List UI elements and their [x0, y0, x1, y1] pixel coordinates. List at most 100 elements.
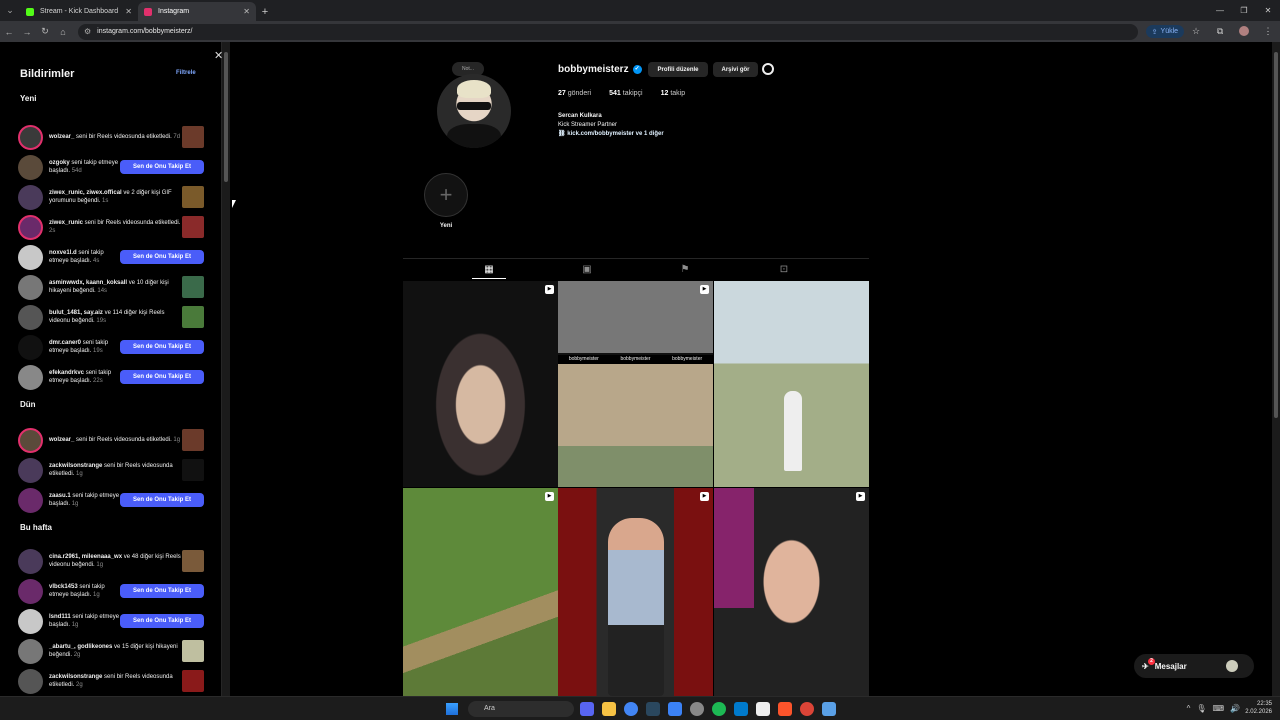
notification-item[interactable]: ziwex_runic, ziwex.offical ve 2 diğer ki… [18, 184, 204, 210]
post-thumbnail[interactable]: ▶ bobbymeister bobbymeister bobbymeister [558, 281, 713, 487]
forward-icon[interactable]: → [18, 27, 36, 37]
edit-profile-button[interactable]: Profili düzenle [648, 62, 708, 77]
follow-back-button[interactable]: Sen de Onu Takip Et [120, 340, 204, 354]
back-icon[interactable]: ← [0, 27, 18, 37]
profile-link[interactable]: ⛓ kick.com/bobbymeister ve 1 diğer [558, 130, 664, 139]
post-preview-thumbnail[interactable] [182, 216, 204, 238]
close-tab-icon[interactable]: ✕ [243, 7, 250, 16]
avatar[interactable] [18, 578, 43, 604]
menu-icon[interactable]: ⋮ [1256, 26, 1280, 37]
new-highlight-button[interactable]: + [424, 173, 468, 217]
notification-item[interactable]: asminwwdx, kaann_koksall ve 10 diğer kiş… [18, 274, 204, 300]
clock[interactable]: 22:35 2.02.2026 [1245, 700, 1272, 716]
post-thumbnail[interactable]: ▶ [558, 488, 713, 696]
tab-tagged-icon[interactable]: ⊡ [777, 263, 791, 277]
post-thumbnail[interactable]: ▶ [714, 488, 869, 696]
post-preview-thumbnail[interactable] [182, 306, 204, 328]
notification-item[interactable]: noxve1l.d seni takip etmeye başladı. 4s S… [18, 244, 204, 270]
notification-item[interactable]: cina.r2961, mileenaaa_wx ve 48 diğer kiş… [18, 548, 204, 574]
notification-item[interactable]: zaasu.1 seni takip etmeye başladı. 1g Sen… [18, 487, 204, 513]
extensions-icon[interactable]: ⧉ [1208, 26, 1232, 37]
post-thumbnail[interactable] [714, 281, 869, 487]
chevron-up-icon[interactable]: ^ [1187, 704, 1191, 713]
avatar[interactable] [18, 244, 43, 270]
start-menu-icon[interactable] [446, 703, 458, 715]
app-icon[interactable] [822, 702, 836, 716]
post-preview-thumbnail[interactable] [182, 186, 204, 208]
brave-icon[interactable] [778, 702, 792, 716]
follow-back-button[interactable]: Sen de Onu Takip Et [120, 370, 204, 384]
vscode-icon[interactable] [734, 702, 748, 716]
post-preview-thumbnail[interactable] [182, 276, 204, 298]
tab-instagram[interactable]: Instagram ✕ [138, 2, 256, 21]
post-thumbnail[interactable]: ▶ [403, 281, 558, 487]
notification-item[interactable]: lsnd111 seni takip etmeye başladı. 1g Sen… [18, 608, 204, 634]
follow-back-button[interactable]: Sen de Onu Takip Et [120, 584, 204, 598]
notification-item[interactable]: vlbck1453 seni takip etmeye başladı. 1g S… [18, 578, 204, 604]
upload-button[interactable]: ⇪ Yükle [1145, 25, 1185, 38]
chrome-icon[interactable] [624, 702, 638, 716]
notification-item[interactable]: bulut_1481, say.aiz ve 114 diğer kişi Re… [18, 304, 204, 330]
taskbar-search[interactable]: Ara [468, 701, 574, 717]
notification-item[interactable]: zackwilsonstrange seni bir Reels videosu… [18, 668, 204, 694]
post-preview-thumbnail[interactable] [182, 550, 204, 572]
page-scroll-thumb[interactable] [1274, 52, 1278, 418]
follow-back-button[interactable]: Sen de Onu Takip Et [120, 493, 204, 507]
notification-item[interactable]: efekandrkvc seni takip etmeye başladı. 2… [18, 364, 204, 390]
avatar[interactable] [18, 638, 43, 664]
reload-icon[interactable]: ↻ [36, 26, 54, 37]
bookmark-star-icon[interactable]: ☆ [1184, 26, 1208, 37]
avatar[interactable] [18, 427, 43, 453]
follow-back-button[interactable]: Sen de Onu Takip Et [120, 160, 204, 174]
tab-saved-icon[interactable]: ⚑ [678, 263, 692, 277]
view-archive-button[interactable]: Arşivi gör [713, 62, 758, 77]
post-preview-thumbnail[interactable] [182, 670, 204, 692]
profile-avatar[interactable] [1232, 25, 1256, 38]
mic-icon[interactable]: 🎙 [1196, 704, 1206, 713]
close-window-icon[interactable]: ✕ [1256, 0, 1280, 21]
avatar[interactable] [18, 364, 43, 390]
avatar[interactable] [18, 304, 43, 330]
steam-icon[interactable] [646, 702, 660, 716]
file-explorer-icon[interactable] [602, 702, 616, 716]
app-icon[interactable] [690, 702, 704, 716]
avatar[interactable] [18, 184, 43, 210]
messages-button[interactable]: ✈ 2 Mesajlar [1134, 654, 1254, 678]
follow-back-button[interactable]: Sen de Onu Takip Et [120, 614, 204, 628]
filter-link[interactable]: Filtrele [176, 70, 196, 76]
avatar[interactable] [18, 608, 43, 634]
notification-item[interactable]: _abartu_, godlikeones ve 15 diğer kişi h… [18, 638, 204, 664]
volume-icon[interactable]: 🔊 [1230, 704, 1240, 713]
spotify-icon[interactable] [712, 702, 726, 716]
close-tab-icon[interactable]: ✕ [125, 7, 132, 16]
post-thumbnail[interactable]: ▶ [403, 488, 558, 696]
follow-back-button[interactable]: Sen de Onu Takip Et [120, 250, 204, 264]
notification-item[interactable]: wolzear_ seni bir Reels videosunda etike… [18, 427, 204, 453]
tab-search-icon[interactable]: ⌄ [0, 0, 20, 21]
post-preview-thumbnail[interactable] [182, 429, 204, 451]
tab-kick-dashboard[interactable]: Stream - Kick Dashboard ✕ [20, 2, 138, 21]
avatar[interactable] [18, 548, 43, 574]
address-bar[interactable]: ⚙ instagram.com/bobbymeisterz/ [78, 23, 1138, 40]
notification-item[interactable]: ziwex_runic seni bir Reels videosunda et… [18, 214, 204, 240]
avatar[interactable] [18, 334, 43, 360]
notification-item[interactable]: zackwilsonstrange seni bir Reels videosu… [18, 457, 204, 483]
avatar[interactable] [18, 457, 43, 483]
restore-icon[interactable]: ❐ [1232, 0, 1256, 21]
site-info-icon[interactable]: ⚙ [84, 27, 91, 36]
post-preview-thumbnail[interactable] [182, 126, 204, 148]
notification-item[interactable]: ozgoky seni takip etmeye başladı. 54d Sen… [18, 154, 204, 180]
notification-item[interactable]: wolzear_ seni bir Reels videosunda etike… [18, 124, 204, 150]
avatar[interactable] [18, 124, 43, 150]
app-icon[interactable] [756, 702, 770, 716]
tab-reels-icon[interactable]: ▣ [580, 263, 594, 277]
tab-posts-grid-icon[interactable]: ▦ [482, 263, 496, 277]
notification-item[interactable]: dmr.caner0 seni takip etmeye başladı. 19… [18, 334, 204, 360]
followers-count[interactable]: 541 takipçi [609, 90, 642, 97]
settings-gear-icon[interactable] [762, 63, 774, 75]
post-preview-thumbnail[interactable] [182, 459, 204, 481]
post-preview-thumbnail[interactable] [182, 640, 204, 662]
notifications-scroll-thumb[interactable] [224, 52, 228, 182]
app-icon[interactable] [668, 702, 682, 716]
discord-icon[interactable] [580, 702, 594, 716]
